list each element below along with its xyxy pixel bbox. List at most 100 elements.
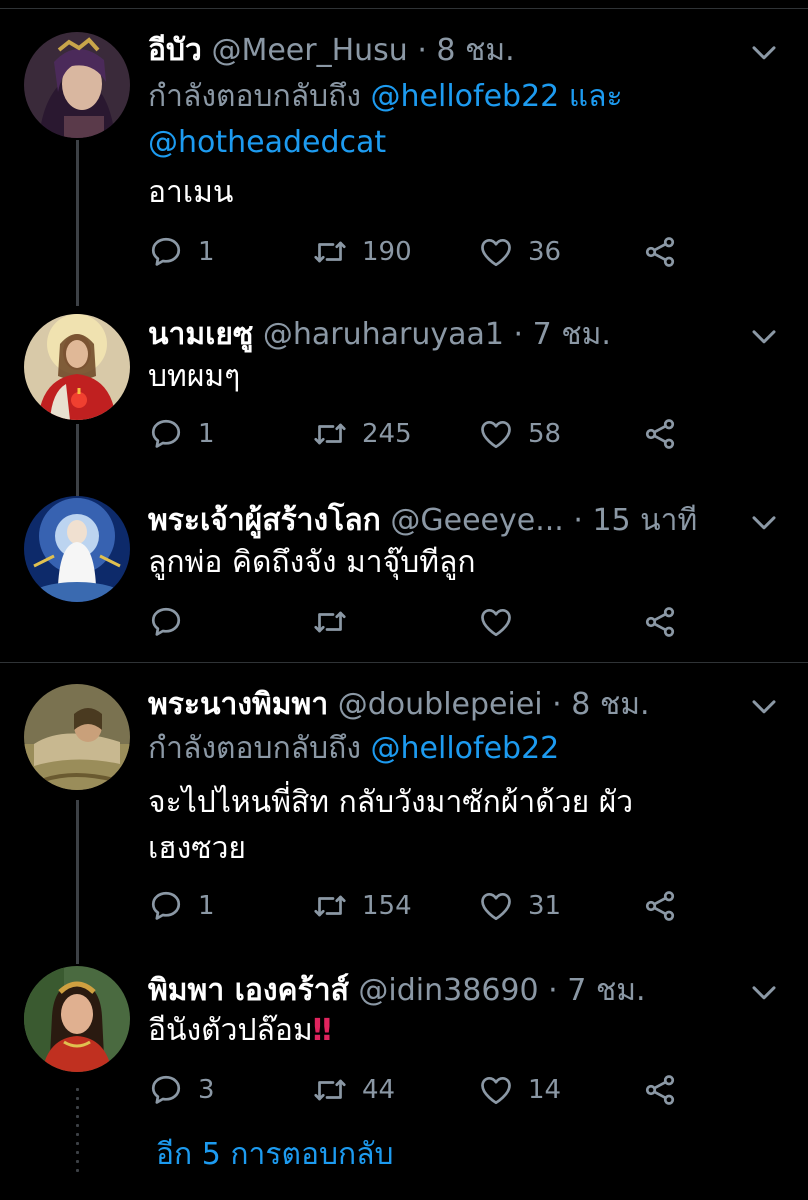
display-name[interactable]: พระนางพิมพา	[148, 687, 328, 722]
avatar[interactable]	[24, 32, 130, 138]
user-handle[interactable]: @Geeeye...	[390, 503, 563, 538]
tweet-actions	[148, 602, 708, 642]
reply-button[interactable]: 1	[148, 232, 215, 272]
share-icon	[642, 416, 678, 452]
timestamp[interactable]: 15 นาที	[592, 503, 697, 538]
like-button[interactable]: 14	[478, 1070, 561, 1110]
separator: ·	[407, 33, 437, 68]
timestamp[interactable]: 8 ชม.	[436, 33, 514, 68]
replying-to: กำลังตอบกลับถึง @hellofeb22 และ	[148, 74, 623, 120]
avatar[interactable]	[24, 496, 130, 602]
like-count: 58	[528, 419, 562, 449]
share-icon	[642, 604, 678, 640]
display-name[interactable]: นามเยซู	[148, 317, 253, 352]
retweet-button[interactable]: 190	[312, 232, 412, 272]
tweet[interactable]: นามเยซู @haruharuyaa1 · 7 ชม. บทผมๆ 1 24…	[0, 310, 808, 480]
top-divider	[0, 0, 808, 9]
reply-count: 1	[198, 237, 215, 267]
tweet-text: อีนังตัวปล๊อม‼	[148, 1008, 768, 1054]
divider	[0, 662, 808, 663]
display-name[interactable]: พิมพา เองคร้าส์	[148, 973, 349, 1008]
tweet-actions: 3 44 14	[148, 1070, 708, 1110]
user-handle[interactable]: @haruharuyaa1	[263, 317, 504, 352]
reply-button[interactable]: 1	[148, 886, 215, 926]
timestamp[interactable]: 7 ชม.	[567, 973, 645, 1008]
share-icon	[642, 234, 678, 270]
reply-icon	[148, 1072, 184, 1108]
tweet-header: พระนางพิมพา @doublepeiei · 8 ชม.	[148, 680, 718, 730]
retweet-icon	[312, 888, 348, 924]
timestamp[interactable]: 7 ชม.	[533, 317, 611, 352]
share-button[interactable]	[642, 1070, 692, 1110]
chevron-down-icon[interactable]	[744, 502, 784, 542]
retweet-count: 44	[362, 1075, 396, 1105]
reply-button[interactable]	[148, 602, 198, 642]
tweet-text-line2: เฮงซวย	[148, 831, 246, 866]
mention-link[interactable]: @hellofeb22	[371, 731, 560, 766]
mention-link[interactable]: @hotheadedcat	[148, 125, 386, 160]
like-icon	[478, 604, 514, 640]
like-count: 36	[528, 237, 562, 267]
like-icon	[478, 1072, 514, 1108]
timestamp[interactable]: 8 ชม.	[571, 687, 649, 722]
tweet[interactable]: อีบัว @Meer_Husu · 8 ชม. กำลังตอบกลับถึง…	[0, 26, 808, 286]
avatar[interactable]	[24, 314, 130, 420]
share-icon	[642, 1072, 678, 1108]
reply-count: 1	[198, 419, 215, 449]
reply-button[interactable]: 3	[148, 1070, 215, 1110]
user-handle[interactable]: @idin38690	[358, 973, 538, 1008]
avatar[interactable]	[24, 684, 130, 790]
share-button[interactable]	[642, 414, 692, 454]
display-name[interactable]: อีบัว	[148, 33, 202, 68]
chevron-down-icon[interactable]	[744, 972, 784, 1012]
tweet[interactable]: พิมพา เองคร้าส์ @idin38690 · 7 ชม. อีนัง…	[0, 966, 808, 1126]
mention-link[interactable]: @hellofeb22	[371, 79, 560, 114]
chevron-down-icon[interactable]	[744, 32, 784, 72]
user-handle[interactable]: @doublepeiei	[338, 687, 543, 722]
chevron-down-icon[interactable]	[744, 686, 784, 726]
retweet-count: 154	[362, 891, 412, 921]
tweet[interactable]: พระนางพิมพา @doublepeiei · 8 ชม. กำลังตอ…	[0, 680, 808, 950]
like-button[interactable]: 36	[478, 232, 561, 272]
tweet-text-line1: จะไปไหนพี่สิท กลับวังมาซักผ้าด้วย ผัว	[148, 785, 634, 820]
like-button[interactable]: 31	[478, 886, 561, 926]
replying-label: กำลังตอบกลับถึง	[148, 79, 371, 114]
retweet-button[interactable]: 44	[312, 1070, 395, 1110]
like-icon	[478, 234, 514, 270]
separator: ·	[542, 687, 572, 722]
tweet-text: บทผมๆ	[148, 359, 241, 394]
tweet-text: ลูกพ่อ คิดถึงจัง มาจุ๊บทีลูก	[148, 545, 476, 580]
retweet-count: 190	[362, 237, 412, 267]
reply-button[interactable]: 1	[148, 414, 215, 454]
retweet-button[interactable]: 245	[312, 414, 412, 454]
replying-to-line2: @hotheadedcat	[148, 120, 386, 166]
tweet-header: อีบัว @Meer_Husu · 8 ชม.	[148, 26, 718, 76]
like-button[interactable]	[478, 602, 528, 642]
retweet-icon	[312, 416, 348, 452]
share-button[interactable]	[642, 602, 692, 642]
tweet-text-content: อีนังตัวปล๊อม	[148, 1013, 313, 1048]
retweet-icon	[312, 1072, 348, 1108]
retweet-icon	[312, 604, 348, 640]
separator: ·	[538, 973, 568, 1008]
tweet-actions: 1 245 58	[148, 414, 708, 454]
tweet[interactable]: พระเจ้าผู้สร้างโลก @Geeeye... · 15 นาที …	[0, 496, 808, 666]
display-name[interactable]: พระเจ้าผู้สร้างโลก	[148, 503, 381, 538]
like-button[interactable]: 58	[478, 414, 561, 454]
replying-label: กำลังตอบกลับถึง	[148, 731, 371, 766]
reply-icon	[148, 604, 184, 640]
show-more-replies-link[interactable]: อีก 5 การตอบกลับ	[156, 1132, 394, 1178]
avatar[interactable]	[24, 966, 130, 1072]
retweet-button[interactable]	[312, 602, 362, 642]
tweet-actions: 1 154 31	[148, 886, 708, 926]
share-button[interactable]	[642, 232, 692, 272]
separator: ·	[503, 317, 533, 352]
tweet-header: พระเจ้าผู้สร้างโลก @Geeeye... · 15 นาที	[148, 496, 728, 546]
retweet-count: 245	[362, 419, 412, 449]
chevron-down-icon[interactable]	[744, 316, 784, 356]
share-button[interactable]	[642, 886, 692, 926]
retweet-button[interactable]: 154	[312, 886, 412, 926]
user-handle[interactable]: @Meer_Husu	[211, 33, 407, 68]
reply-count: 3	[198, 1075, 215, 1105]
like-count: 14	[528, 1075, 562, 1105]
